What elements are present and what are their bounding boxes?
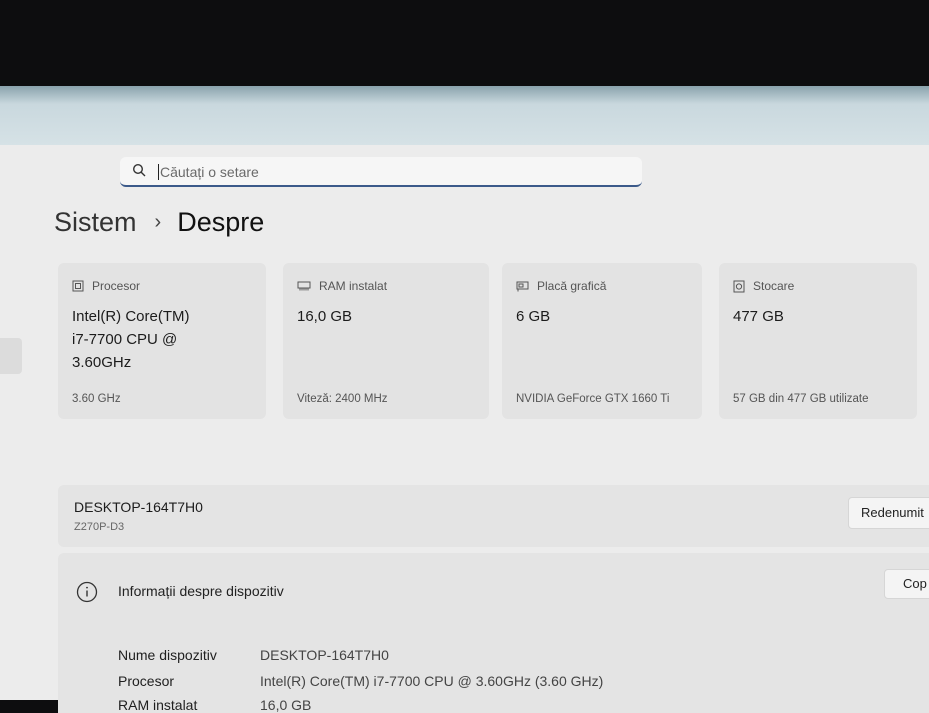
settings-window: Căutați o setare Sistem › Despre Proceso… — [0, 145, 929, 713]
processor-value-line: Intel(R) Core(TM) — [72, 308, 190, 325]
ram-value-line: 16,0 GB — [297, 308, 353, 325]
gpu-icon — [516, 281, 529, 291]
ram-label: RAM instalat — [319, 279, 388, 293]
storage-icon — [733, 280, 745, 292]
processor-value: Intel(R) Core(TM) i7-7700 CPU @ 3.60GHz — [72, 305, 190, 374]
text-caret — [158, 164, 159, 180]
gpu-value-line: 6 GB — [516, 308, 551, 325]
cpu-icon — [72, 280, 84, 292]
ram-value: 16,0 GB — [297, 305, 352, 328]
device-model: Z270P-D3 — [74, 521, 125, 533]
device-name-panel: DESKTOP-164T7H0 Z270P-D3 — [58, 485, 929, 547]
spec-value: DESKTOP-164T7H0 — [260, 647, 389, 663]
spec-key: Nume dispozitiv — [118, 647, 217, 663]
breadcrumb-parent[interactable]: Sistem — [54, 207, 137, 238]
processor-label: Procesor — [92, 279, 141, 293]
search-placeholder: Căutați o setare — [160, 164, 259, 180]
rename-button[interactable]: Redenumit — [848, 497, 929, 529]
search-icon — [132, 163, 146, 177]
ram-icon — [297, 281, 311, 291]
nav-pane-edge — [0, 338, 22, 374]
info-icon — [76, 581, 98, 603]
storage-value: 477 GB — [733, 305, 784, 328]
storage-label: Stocare — [753, 279, 795, 293]
page-title: Despre — [177, 207, 265, 237]
monitor-bezel — [0, 86, 929, 146]
ram-speed: Viteză: 2400 MHz — [297, 393, 388, 405]
processor-speed: 3.60 GHz — [72, 393, 121, 405]
storage-card: Stocare 477 GB 57 GB din 477 GB utilizat… — [719, 263, 917, 419]
ram-card: RAM instalat 16,0 GB Viteză: 2400 MHz — [283, 263, 489, 419]
chevron-right-icon: › — [154, 211, 162, 233]
processor-value-line: 3.60GHz — [72, 354, 132, 371]
processor-card: Procesor Intel(R) Core(TM) i7-7700 CPU @… — [58, 263, 266, 419]
gpu-label: Placă grafică — [537, 279, 607, 293]
gpu-value: 6 GB — [516, 305, 550, 328]
spec-key: RAM instalat — [118, 697, 198, 713]
spec-value: Intel(R) Core(TM) i7-7700 CPU @ 3.60GHz … — [260, 673, 604, 689]
storage-usage: 57 GB din 477 GB utilizate — [733, 393, 869, 405]
search-input[interactable]: Căutați o setare — [120, 157, 642, 187]
device-info-title: Informații despre dispozitiv — [118, 583, 284, 599]
device-name: DESKTOP-164T7H0 — [74, 499, 203, 515]
processor-value-line: i7-7700 CPU @ — [72, 331, 178, 348]
spec-key: Procesor — [118, 673, 175, 689]
spec-value: 16,0 GB — [260, 697, 312, 713]
gpu-model: NVIDIA GeForce GTX 1660 Ti — [516, 393, 670, 405]
device-info-section: Informații despre dispozitiv Nume dispoz… — [58, 553, 929, 713]
storage-value-line: 477 GB — [733, 308, 784, 325]
copy-button[interactable]: Cop — [884, 569, 929, 599]
gpu-card: Placă grafică 6 GB NVIDIA GeForce GTX 16… — [502, 263, 702, 419]
breadcrumb: Sistem › Despre — [54, 207, 264, 238]
